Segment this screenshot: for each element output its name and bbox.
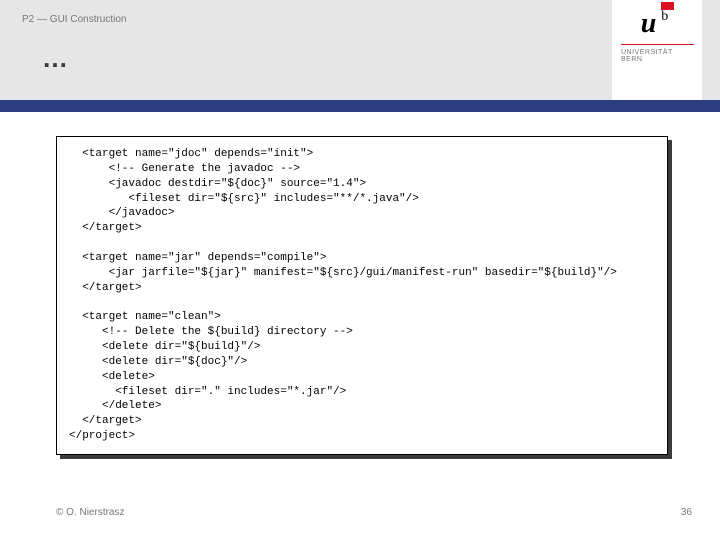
logo-b-letter: b <box>661 10 674 24</box>
logo-text-line2: BERN <box>621 56 694 63</box>
footer: © O. Nierstrasz 36 <box>56 507 692 518</box>
separator-bar <box>0 100 720 112</box>
header-bar: P2 — GUI Construction … u b UNIVERSITÄT … <box>0 0 720 100</box>
logo-text-line1: UNIVERSITÄT <box>621 49 694 56</box>
logo-ub: u b <box>621 10 694 38</box>
university-logo: u b UNIVERSITÄT BERN <box>612 0 702 100</box>
logo-divider <box>621 44 694 45</box>
content-area: <target name="jdoc" depends="init"> <!--… <box>0 112 720 455</box>
logo-b-group: b <box>661 2 674 24</box>
code-snippet-container: <target name="jdoc" depends="init"> <!--… <box>56 136 668 455</box>
logo-u-letter: u <box>641 10 657 38</box>
code-snippet: <target name="jdoc" depends="init"> <!--… <box>56 136 668 455</box>
copyright-text: © O. Nierstrasz <box>56 507 125 518</box>
page-number: 36 <box>681 507 692 518</box>
